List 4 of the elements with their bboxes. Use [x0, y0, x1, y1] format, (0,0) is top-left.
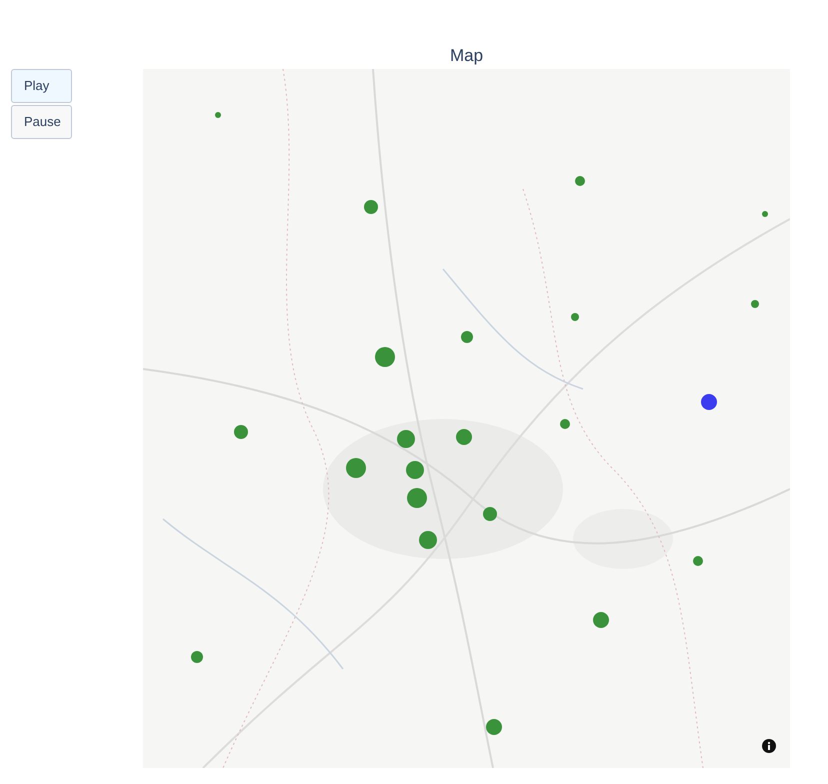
- chart-title: Map: [450, 44, 484, 66]
- animation-button[interactable]: Pause: [11, 105, 72, 139]
- info-icon[interactable]: [762, 739, 776, 753]
- animation-button[interactable]: Play: [11, 69, 72, 103]
